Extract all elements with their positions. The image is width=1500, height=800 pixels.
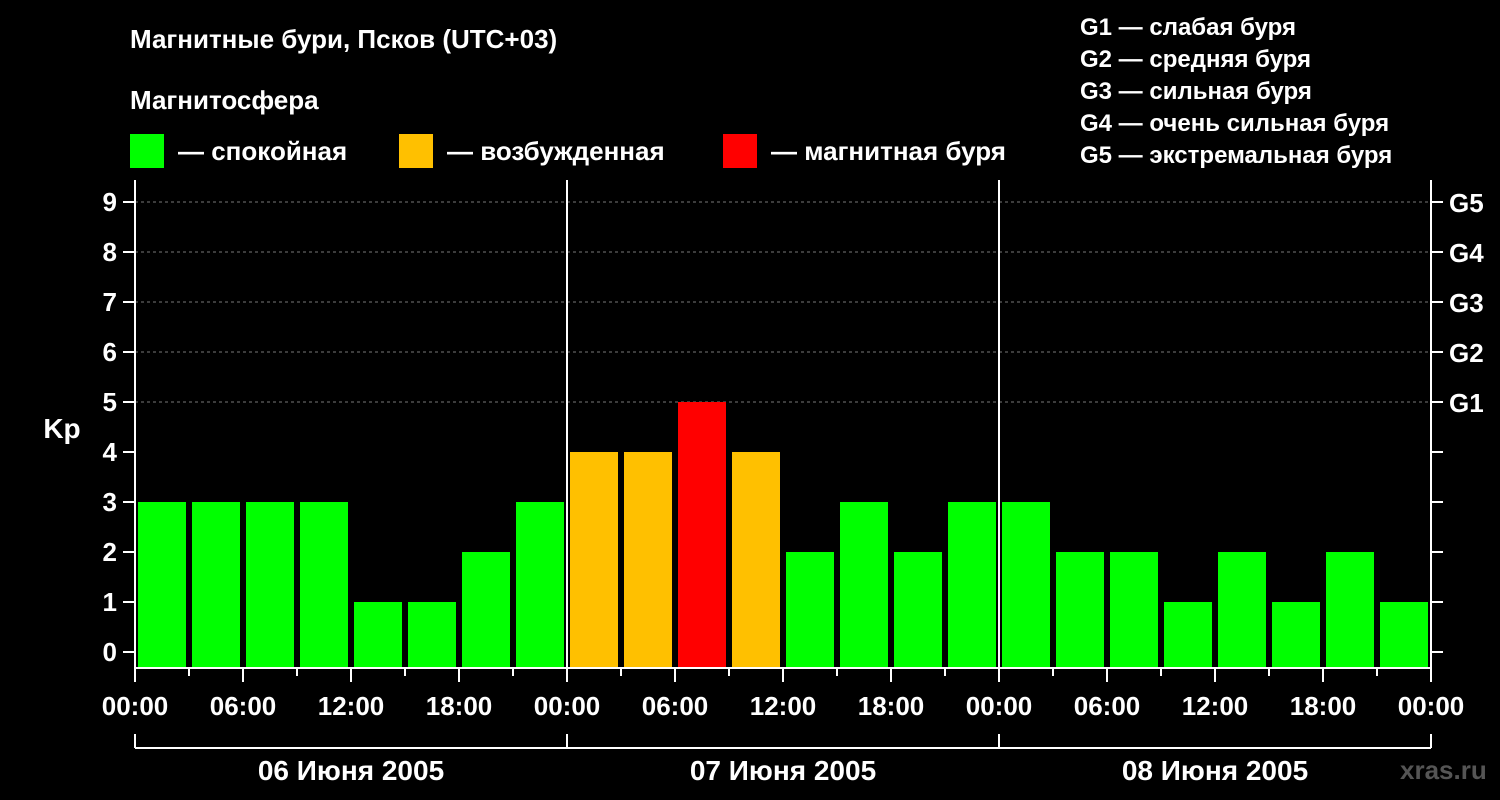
y-tick-label: 5 bbox=[103, 387, 117, 417]
y-tick-label: 0 bbox=[103, 637, 117, 667]
kp-bar bbox=[1056, 552, 1104, 668]
kp-bar bbox=[1272, 602, 1320, 668]
kp-bar bbox=[1326, 552, 1374, 668]
y-tick-label: 1 bbox=[103, 587, 117, 617]
kp-bar bbox=[948, 502, 996, 668]
kp-bar bbox=[462, 552, 510, 668]
g-scale-axis-label: G5 bbox=[1449, 188, 1484, 218]
x-tick-label: 12:00 bbox=[750, 691, 817, 721]
kp-bar bbox=[138, 502, 186, 668]
watermark: xras.ru bbox=[1400, 755, 1487, 785]
day-label: 07 Июня 2005 bbox=[690, 755, 876, 786]
kp-bar bbox=[300, 502, 348, 668]
g-scale-axis-label: G3 bbox=[1449, 288, 1484, 318]
kp-bar bbox=[1164, 602, 1212, 668]
x-tick-label: 00:00 bbox=[534, 691, 601, 721]
kp-bar bbox=[1002, 502, 1050, 668]
x-tick-label: 12:00 bbox=[1182, 691, 1249, 721]
kp-bar bbox=[516, 502, 564, 668]
x-tick-label: 00:00 bbox=[102, 691, 169, 721]
x-tick-label: 12:00 bbox=[318, 691, 385, 721]
kp-bar bbox=[1218, 552, 1266, 668]
x-tick-label: 00:00 bbox=[966, 691, 1033, 721]
day-label: 08 Июня 2005 bbox=[1122, 755, 1308, 786]
day-label: 06 Июня 2005 bbox=[258, 755, 444, 786]
kp-bar bbox=[408, 602, 456, 668]
kp-bar bbox=[1110, 552, 1158, 668]
x-tick-label: 18:00 bbox=[1290, 691, 1357, 721]
kp-bar bbox=[246, 502, 294, 668]
g-scale-axis-label: G1 bbox=[1449, 388, 1484, 418]
kp-bar bbox=[1380, 602, 1428, 668]
y-tick-label: 9 bbox=[103, 187, 117, 217]
x-tick-label: 06:00 bbox=[642, 691, 709, 721]
kp-bar bbox=[894, 552, 942, 668]
x-tick-label: 18:00 bbox=[858, 691, 925, 721]
kp-bar bbox=[570, 452, 618, 668]
kp-bar bbox=[840, 502, 888, 668]
kp-bar bbox=[624, 452, 672, 668]
kp-bar bbox=[192, 502, 240, 668]
g-scale-axis-label: G2 bbox=[1449, 338, 1484, 368]
y-tick-label: 4 bbox=[103, 437, 118, 467]
y-tick-label: 7 bbox=[103, 287, 117, 317]
x-tick-label: 00:00 bbox=[1398, 691, 1465, 721]
y-axis-label: Kp bbox=[43, 413, 80, 444]
kp-bar bbox=[678, 402, 726, 668]
kp-bar bbox=[732, 452, 780, 668]
g-scale-axis-label: G4 bbox=[1449, 238, 1484, 268]
kp-bar bbox=[786, 552, 834, 668]
y-tick-label: 8 bbox=[103, 237, 117, 267]
x-tick-label: 06:00 bbox=[1074, 691, 1141, 721]
y-tick-label: 6 bbox=[103, 337, 117, 367]
x-tick-label: 18:00 bbox=[426, 691, 493, 721]
kp-bar bbox=[354, 602, 402, 668]
y-tick-label: 2 bbox=[103, 537, 117, 567]
x-tick-label: 06:00 bbox=[210, 691, 277, 721]
y-tick-label: 3 bbox=[103, 487, 117, 517]
kp-bar-chart: 0 1 2 3 4 5 6 7 8 9 Kp G1 G2 G3 G4 G5 00:00 06:00 12:00 18:… bbox=[43, 180, 1484, 786]
